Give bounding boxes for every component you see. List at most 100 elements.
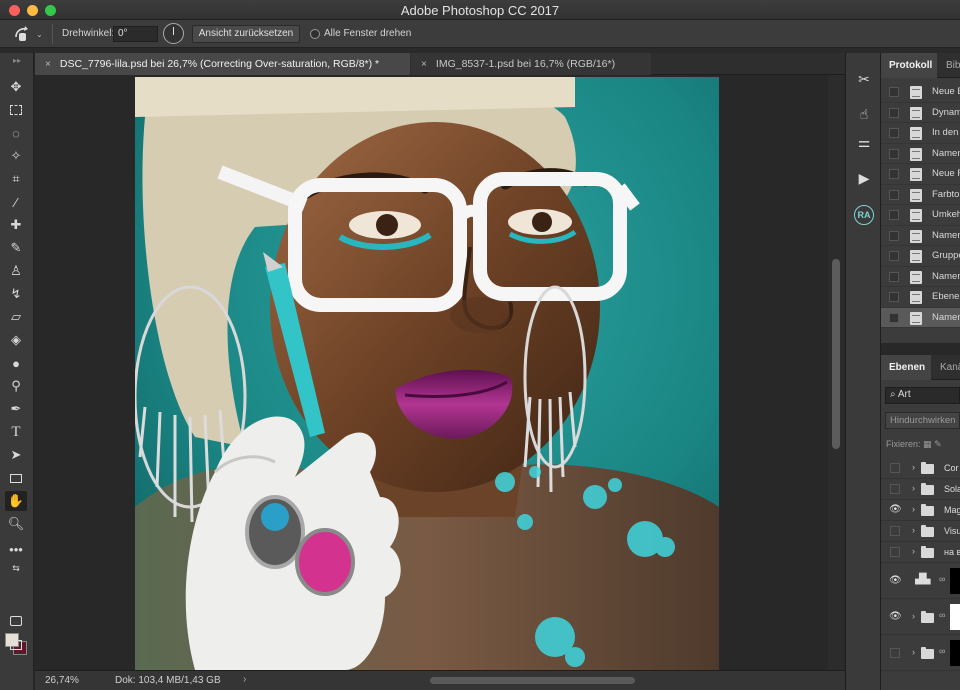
- lock-brush-icon[interactable]: ✎: [934, 439, 942, 449]
- zoom-level-field[interactable]: 26,74%: [41, 673, 91, 688]
- history-item[interactable]: Dynamik: [881, 103, 960, 123]
- tools-scissors-icon[interactable]: ✂: [853, 68, 875, 90]
- eyedropper-tool-icon[interactable]: ⁄: [5, 192, 27, 212]
- layer-row[interactable]: › Sola: [881, 479, 960, 500]
- tab-dsc-7796[interactable]: × DSC_7796-lila.psd bei 26,7% (Correctin…: [35, 53, 410, 75]
- healing-brush-tool-icon[interactable]: ✚: [5, 215, 27, 235]
- tab-img-8537[interactable]: × IMG_8537-1.psd bei 16,7% (RGB/16*): [411, 53, 651, 75]
- zoom-tool-icon[interactable]: 🔍︎: [5, 514, 27, 534]
- dodge-tool-icon[interactable]: ⚲: [5, 376, 27, 396]
- lasso-tool-icon[interactable]: ◌: [5, 123, 27, 143]
- layer-row[interactable]: 👁︎ › Mag: [881, 500, 960, 521]
- history-item[interactable]: Namen ändern: [881, 144, 960, 164]
- vertical-scrollbar[interactable]: [828, 75, 844, 670]
- tab-protokoll[interactable]: Protokoll: [881, 53, 937, 78]
- layer-mask-thumbnail[interactable]: [950, 568, 960, 594]
- layer-filter-input[interactable]: ⌕ Art: [885, 387, 960, 404]
- marquee-tool-icon[interactable]: [5, 100, 27, 120]
- chevron-right-icon[interactable]: ›: [912, 525, 915, 535]
- history-item[interactable]: Namen ändern: [881, 226, 960, 246]
- history-item-selected[interactable]: Namen ändern: [881, 307, 960, 328]
- blur-tool-icon[interactable]: ●: [5, 353, 27, 373]
- rotate-all-windows-checkbox[interactable]: [310, 29, 320, 39]
- screen-mode-icon[interactable]: [5, 635, 27, 655]
- eye-icon[interactable]: 👁︎: [889, 504, 902, 515]
- close-tab-icon[interactable]: ×: [421, 54, 433, 76]
- visibility-toggle[interactable]: [890, 547, 900, 557]
- history-item[interactable]: Namen ändern: [881, 267, 960, 287]
- magic-wand-tool-icon[interactable]: ✧: [5, 146, 27, 166]
- quick-mask-icon[interactable]: [5, 611, 27, 631]
- chevron-right-icon[interactable]: ›: [912, 504, 915, 514]
- layer-row[interactable]: › Visu: [881, 521, 960, 542]
- crop-tool-icon[interactable]: ⌗: [5, 169, 27, 189]
- adjustments-sliders-icon[interactable]: ⚌: [853, 131, 875, 153]
- visibility-toggle[interactable]: [890, 648, 900, 658]
- rotate-view-tool-icon[interactable]: ✋: [5, 491, 27, 511]
- chevron-right-icon[interactable]: ›: [912, 462, 915, 472]
- history-item[interactable]: Umkehren: [881, 205, 960, 226]
- eye-icon[interactable]: 👁︎: [889, 575, 902, 586]
- close-tab-icon[interactable]: ×: [45, 54, 57, 76]
- visibility-toggle[interactable]: [890, 484, 900, 494]
- path-selection-tool-icon[interactable]: ➤: [5, 445, 27, 465]
- chevron-right-icon[interactable]: ›: [912, 483, 915, 493]
- horizontal-scrollbar-thumb[interactable]: [430, 677, 635, 684]
- history-item[interactable]: Neue Füllebene: [881, 164, 960, 185]
- chevron-right-icon[interactable]: ›: [912, 546, 915, 556]
- history-item[interactable]: In den Vordergrund: [881, 123, 960, 144]
- visibility-toggle[interactable]: [890, 463, 900, 473]
- swap-colors-icon[interactable]: ⇆: [5, 558, 27, 578]
- history-checkbox[interactable]: [889, 251, 899, 261]
- history-brush-tool-icon[interactable]: ↯: [5, 284, 27, 304]
- history-item[interactable]: Gruppe aus Ebenen: [881, 246, 960, 267]
- history-checkbox[interactable]: [889, 271, 899, 282]
- move-tool-icon[interactable]: ✥: [5, 77, 27, 97]
- history-item[interactable]: Neue Ebene: [881, 82, 960, 103]
- rotation-angle-input[interactable]: 0°: [113, 26, 158, 42]
- history-checkbox[interactable]: [889, 107, 899, 118]
- history-checkbox[interactable]: [889, 230, 899, 241]
- history-checkbox[interactable]: [889, 292, 899, 302]
- scrollbar-thumb[interactable]: [832, 259, 840, 449]
- rectangle-tool-icon[interactable]: [5, 468, 27, 488]
- reset-view-button[interactable]: Ansicht zurücksetzen: [192, 25, 300, 43]
- chevron-right-icon[interactable]: ›: [912, 611, 915, 621]
- layer-row[interactable]: › на в: [881, 542, 960, 563]
- eraser-tool-icon[interactable]: ▱: [5, 307, 27, 327]
- adjustment-layer-row[interactable]: 👁︎ ▟▙ ∞: [881, 563, 960, 599]
- history-checkbox[interactable]: [889, 312, 899, 323]
- eye-icon[interactable]: 👁︎: [889, 611, 902, 622]
- rotation-dial[interactable]: [163, 23, 184, 44]
- canvas-image[interactable]: [135, 77, 719, 670]
- history-item[interactable]: Farbton/Sättigung: [881, 185, 960, 205]
- layer-row[interactable]: › Cor: [881, 458, 960, 479]
- history-checkbox[interactable]: [889, 128, 899, 138]
- history-checkbox[interactable]: [889, 148, 899, 159]
- visibility-toggle[interactable]: [890, 526, 900, 536]
- clone-stamp-tool-icon[interactable]: ♙: [5, 261, 27, 281]
- tab-bibliotheken[interactable]: Bib: [938, 53, 960, 78]
- collapse-icon[interactable]: ▸▸: [13, 56, 21, 65]
- tab-ebenen[interactable]: Ebenen: [881, 355, 931, 380]
- history-checkbox[interactable]: [889, 87, 899, 97]
- paint-bucket-tool-icon[interactable]: ◈: [5, 330, 27, 350]
- status-menu-arrow-icon[interactable]: ›: [243, 674, 246, 685]
- layer-row[interactable]: 👁︎ › ∞: [881, 599, 960, 635]
- history-checkbox[interactable]: [889, 210, 899, 220]
- brush-tool-icon[interactable]: ✎: [5, 238, 27, 258]
- hand-touch-icon[interactable]: ☝: [853, 103, 875, 125]
- tab-kanaele[interactable]: Kanä: [932, 355, 960, 380]
- history-item[interactable]: Ebenen: [881, 287, 960, 308]
- ra-plugin-icon[interactable]: RA: [854, 205, 874, 225]
- layer-mask-thumbnail[interactable]: [950, 604, 960, 630]
- more-tools-icon[interactable]: •••: [5, 539, 27, 559]
- play-actions-icon[interactable]: ▶: [853, 167, 875, 189]
- document-canvas[interactable]: [35, 75, 828, 670]
- pen-tool-icon[interactable]: ✒: [5, 399, 27, 419]
- tool-preset-picker[interactable]: ⌄: [12, 24, 50, 44]
- type-tool-icon[interactable]: T: [5, 422, 27, 442]
- layer-mask-thumbnail[interactable]: [950, 640, 960, 666]
- chevron-right-icon[interactable]: ›: [912, 647, 915, 657]
- history-checkbox[interactable]: [889, 169, 899, 179]
